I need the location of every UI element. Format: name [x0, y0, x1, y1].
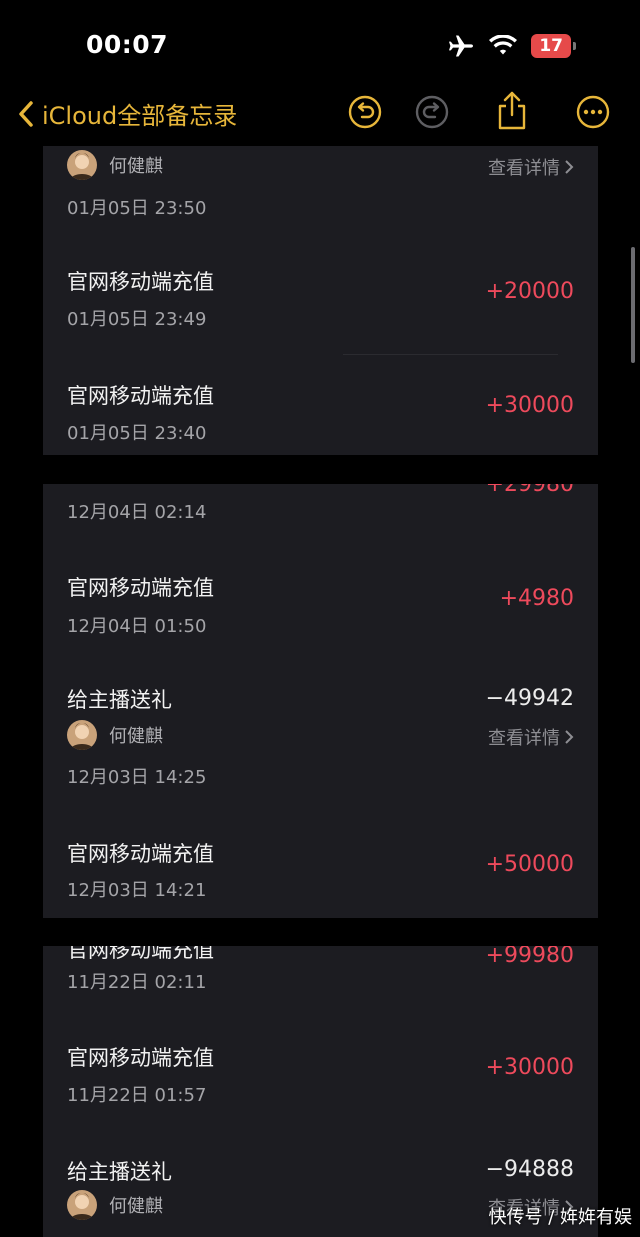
view-details-link[interactable]: 查看详情 [488, 724, 574, 750]
redo-icon[interactable] [414, 94, 450, 130]
transaction-date: 12月03日 14:25 [67, 767, 207, 788]
transaction-row[interactable]: 给主播送礼 −49942 何健麒 查看详情 12月03日 14:25 [43, 672, 598, 792]
transaction-amount: +20000 [485, 279, 574, 304]
status-bar: 00:07 17 [0, 0, 640, 90]
author-name: 何健麒 [109, 1196, 163, 1217]
view-details-label: 查看详情 [488, 728, 560, 749]
battery-icon: 17 [531, 34, 576, 58]
watermark: 快传号 / 姩姩有娱 [488, 1207, 632, 1228]
transaction-card: +29980 12月04日 02:14 官网移动端充值 +4980 12月04日… [43, 484, 598, 918]
author: 何健麒 [67, 720, 163, 750]
wifi-icon [489, 35, 518, 55]
transaction-row[interactable]: 官网移动端充值 +20000 01月05日 23:49 [43, 242, 598, 352]
transaction-row[interactable]: 官网移动端充值 +50000 12月03日 14:21 [43, 814, 598, 918]
avatar [67, 720, 97, 750]
transaction-amount: +30000 [485, 1055, 574, 1080]
back-label: iCloud全部备忘录 [42, 102, 238, 130]
transaction-card: 官网移动端充值 +99980 11月22日 02:11 官网移动端充值 +300… [43, 946, 598, 1237]
author: 何健麒 [67, 150, 163, 180]
transaction-date: 01月05日 23:49 [67, 309, 207, 330]
transaction-amount: +50000 [485, 852, 574, 877]
status-time: 00:07 [86, 30, 169, 59]
transaction-row[interactable]: 何健麒 查看详情 01月05日 23:50 [43, 146, 598, 230]
chevron-right-icon [565, 730, 574, 744]
transaction-date: 12月03日 14:21 [67, 880, 207, 901]
battery-level: 17 [531, 34, 571, 58]
transaction-title: 给主播送礼 [67, 1160, 172, 1184]
transaction-row[interactable]: +29980 12月04日 02:14 [43, 484, 598, 534]
undo-icon[interactable] [347, 94, 383, 130]
chevron-left-icon [19, 100, 33, 127]
transaction-date: 12月04日 01:50 [67, 616, 207, 637]
transaction-date: 11月22日 02:11 [67, 972, 207, 993]
transaction-date: 01月05日 23:50 [67, 198, 207, 219]
more-icon[interactable] [575, 94, 611, 130]
avatar [67, 150, 97, 180]
transaction-row[interactable]: 官网移动端充值 +30000 11月22日 01:57 [43, 1026, 598, 1116]
transaction-title: 官网移动端充值 [67, 270, 214, 294]
transaction-title: 官网移动端充值 [67, 576, 214, 600]
transaction-date: 01月05日 23:40 [67, 423, 207, 444]
transaction-card: 何健麒 查看详情 01月05日 23:50 官网移动端充值 +20000 01月… [43, 146, 598, 455]
transaction-amount: −49942 [485, 686, 574, 711]
nav-bar: iCloud全部备忘录 [0, 90, 640, 140]
scrollbar[interactable] [631, 247, 635, 363]
transaction-row[interactable]: 官网移动端充值 +4980 12月04日 01:50 [43, 544, 598, 640]
view-details-link[interactable]: 查看详情 [488, 154, 574, 180]
back-button[interactable]: iCloud全部备忘录 [18, 96, 237, 131]
status-icons: 17 [447, 34, 576, 58]
avatar [67, 1190, 97, 1220]
transaction-title: 官网移动端充值 [67, 384, 214, 408]
transaction-row[interactable]: 官网移动端充值 +99980 11月22日 02:11 [43, 946, 598, 1002]
view-details-label: 查看详情 [488, 158, 560, 179]
airplane-icon [449, 35, 474, 57]
transaction-amount: +29980 [485, 484, 574, 497]
transaction-amount: +30000 [485, 393, 574, 418]
transaction-title: 官网移动端充值 [67, 842, 214, 866]
transaction-title: 官网移动端充值 [67, 946, 214, 962]
transaction-title: 官网移动端充值 [67, 1046, 214, 1070]
transaction-date: 12月04日 02:14 [67, 502, 207, 523]
transaction-row[interactable]: 官网移动端充值 +30000 01月05日 23:40 [43, 356, 598, 455]
share-icon[interactable] [494, 90, 530, 132]
transaction-title: 给主播送礼 [67, 688, 172, 712]
transaction-amount: +99980 [485, 946, 574, 968]
transaction-amount: −94888 [485, 1157, 574, 1182]
transaction-date: 11月22日 01:57 [67, 1085, 207, 1106]
transaction-amount: +4980 [499, 586, 574, 611]
author-name: 何健麒 [109, 726, 163, 747]
chevron-right-icon [565, 160, 574, 174]
author: 何健麒 [67, 1190, 163, 1220]
author-name: 何健麒 [109, 156, 163, 177]
row-divider [343, 354, 558, 355]
